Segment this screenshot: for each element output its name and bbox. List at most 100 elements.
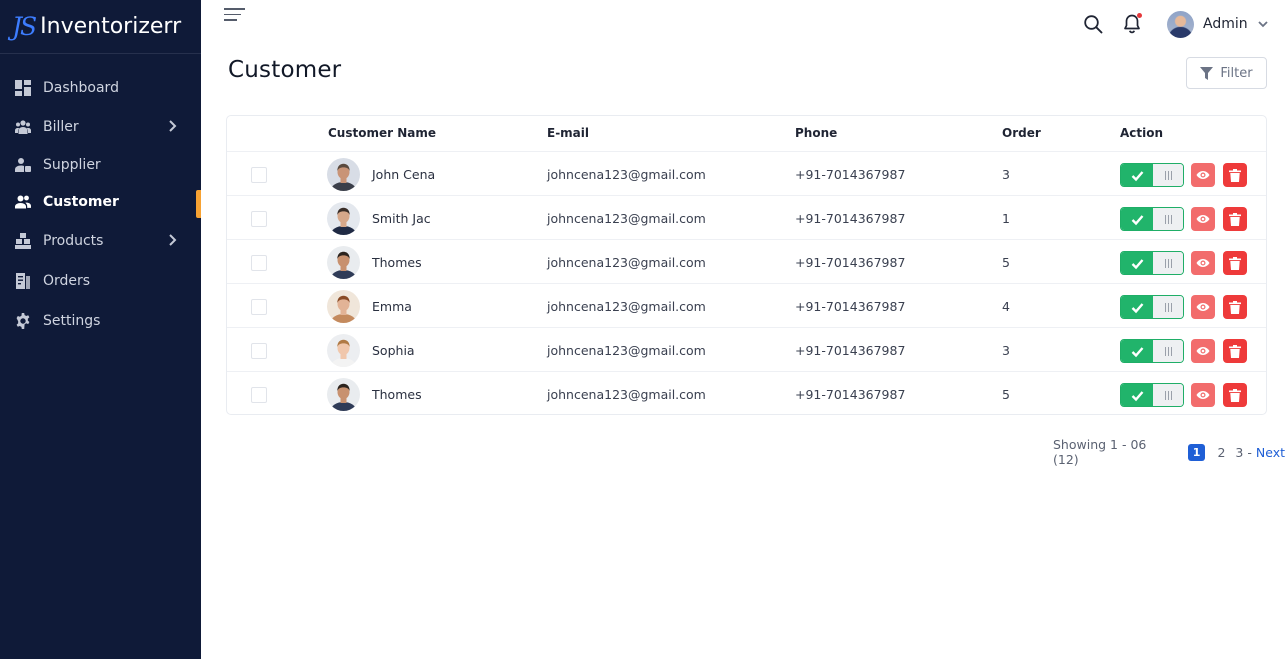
pagination-info: Showing 1 - 06 (12): [1053, 437, 1147, 467]
dashboard-icon: [15, 79, 31, 96]
status-toggle[interactable]: [1120, 163, 1184, 187]
sidebar-item-products[interactable]: Products: [0, 221, 201, 261]
notification-bell-icon[interactable]: [1122, 13, 1142, 35]
customer-email: johncena123@gmail.com: [547, 211, 706, 226]
status-toggle[interactable]: [1120, 251, 1184, 275]
page-3-button[interactable]: 3: [1235, 445, 1243, 460]
view-button[interactable]: [1191, 163, 1215, 187]
column-header-customer-name[interactable]: Customer Name: [328, 126, 436, 140]
search-icon[interactable]: [1083, 14, 1103, 34]
toggle-knob: [1153, 384, 1183, 406]
page-2-button[interactable]: 2: [1217, 445, 1225, 460]
sidebar-item-customer[interactable]: Customer: [0, 183, 201, 221]
customer-order-count: 3: [1002, 167, 1010, 182]
check-icon: [1131, 214, 1143, 225]
toggle-knob: [1153, 252, 1183, 274]
chevron-right-icon: [165, 119, 179, 133]
toggle-knob: [1153, 208, 1183, 230]
customer-order-count: 1: [1002, 211, 1010, 226]
customer-email: johncena123@gmail.com: [547, 343, 706, 358]
table-row: Thomes johncena123@gmail.com +91-701436798…: [227, 240, 1266, 284]
delete-button[interactable]: [1223, 339, 1247, 363]
status-toggle[interactable]: [1120, 207, 1184, 231]
row-checkbox[interactable]: [251, 299, 267, 315]
avatar: [327, 334, 360, 367]
toggle-on-state: [1121, 296, 1153, 318]
sidebar-item-biller[interactable]: Biller: [0, 107, 201, 146]
check-icon: [1131, 170, 1143, 181]
toggle-knob: [1153, 164, 1183, 186]
customer-email: johncena123@gmail.com: [547, 167, 706, 182]
row-checkbox[interactable]: [251, 387, 267, 403]
customer-icon: [15, 194, 31, 210]
customer-order-count: 3: [1002, 343, 1010, 358]
customer-table: Customer Name E-mail Phone Order Action …: [226, 115, 1267, 415]
sidebar-item-settings[interactable]: Settings: [0, 301, 201, 341]
status-toggle[interactable]: [1120, 383, 1184, 407]
column-header-phone[interactable]: Phone: [795, 126, 837, 140]
menu-toggle-button[interactable]: [224, 8, 246, 22]
check-icon: [1131, 258, 1143, 269]
page-1-button[interactable]: 1: [1187, 443, 1206, 461]
toggle-on-state: [1121, 384, 1153, 406]
delete-button[interactable]: [1223, 295, 1247, 319]
delete-button[interactable]: [1223, 383, 1247, 407]
delete-button[interactable]: [1223, 163, 1247, 187]
brand-mark: JS: [12, 12, 37, 41]
view-button[interactable]: [1191, 339, 1215, 363]
sidebar-item-dashboard[interactable]: Dashboard: [0, 68, 201, 107]
table-header: Customer Name E-mail Phone Order Action: [227, 116, 1266, 152]
avatar: [1167, 10, 1194, 38]
table-row: John Cena johncena123@gmail.com +91-701436…: [227, 152, 1266, 196]
trash-icon: [1229, 168, 1241, 182]
view-button[interactable]: [1191, 251, 1215, 275]
toggle-on-state: [1121, 340, 1153, 362]
delete-button[interactable]: [1223, 207, 1247, 231]
delete-button[interactable]: [1223, 251, 1247, 275]
row-checkbox[interactable]: [251, 211, 267, 227]
sidebar-item-orders[interactable]: Orders: [0, 261, 201, 301]
view-button[interactable]: [1191, 207, 1215, 231]
row-checkbox[interactable]: [251, 167, 267, 183]
row-checkbox[interactable]: [251, 343, 267, 359]
sidebar-item-label: Settings: [43, 313, 101, 329]
sidebar-item-label: Biller: [43, 118, 79, 135]
status-toggle[interactable]: [1120, 339, 1184, 363]
row-checkbox[interactable]: [251, 255, 267, 271]
customer-phone: +91-7014367987: [795, 343, 906, 358]
customer-order-count: 5: [1002, 387, 1010, 402]
toggle-on-state: [1121, 164, 1153, 186]
orders-icon: [15, 273, 31, 289]
trash-icon: [1229, 344, 1241, 358]
avatar: [327, 246, 360, 279]
customer-email: johncena123@gmail.com: [547, 255, 706, 270]
eye-icon: [1196, 171, 1210, 179]
view-button[interactable]: [1191, 295, 1215, 319]
customer-email: johncena123@gmail.com: [547, 387, 706, 402]
users-group-icon: [15, 119, 31, 135]
customer-phone: +91-7014367987: [795, 167, 906, 182]
filter-button[interactable]: Filter: [1186, 57, 1267, 89]
column-header-order[interactable]: Order: [1002, 126, 1041, 140]
status-toggle[interactable]: [1120, 295, 1184, 319]
next-page-link[interactable]: Next: [1256, 445, 1285, 460]
customer-phone: +91-7014367987: [795, 211, 906, 226]
avatar: [327, 378, 360, 411]
column-header-email[interactable]: E-mail: [547, 126, 589, 140]
view-button[interactable]: [1191, 383, 1215, 407]
sidebar-item-supplier[interactable]: Supplier: [0, 146, 201, 183]
customer-order-count: 5: [1002, 255, 1010, 270]
boxes-icon: [15, 233, 31, 249]
customer-name: Emma: [372, 299, 412, 314]
table-row: Sophia johncena123@gmail.com +91-701436798…: [227, 328, 1266, 372]
avatar: [327, 290, 360, 323]
brand-logo[interactable]: JS Inventorizerr: [0, 0, 201, 54]
user-menu[interactable]: Admin: [1167, 10, 1269, 38]
gear-icon: [15, 313, 31, 329]
table-row: Smith Jac johncena123@gmail.com +91-701436…: [227, 196, 1266, 240]
check-icon: [1131, 390, 1143, 401]
sidebar-item-label: Dashboard: [43, 79, 119, 96]
filter-label: Filter: [1220, 65, 1253, 81]
sidebar: JS Inventorizerr Dashboard Biller Suppli…: [0, 0, 201, 659]
active-indicator: [196, 190, 201, 218]
